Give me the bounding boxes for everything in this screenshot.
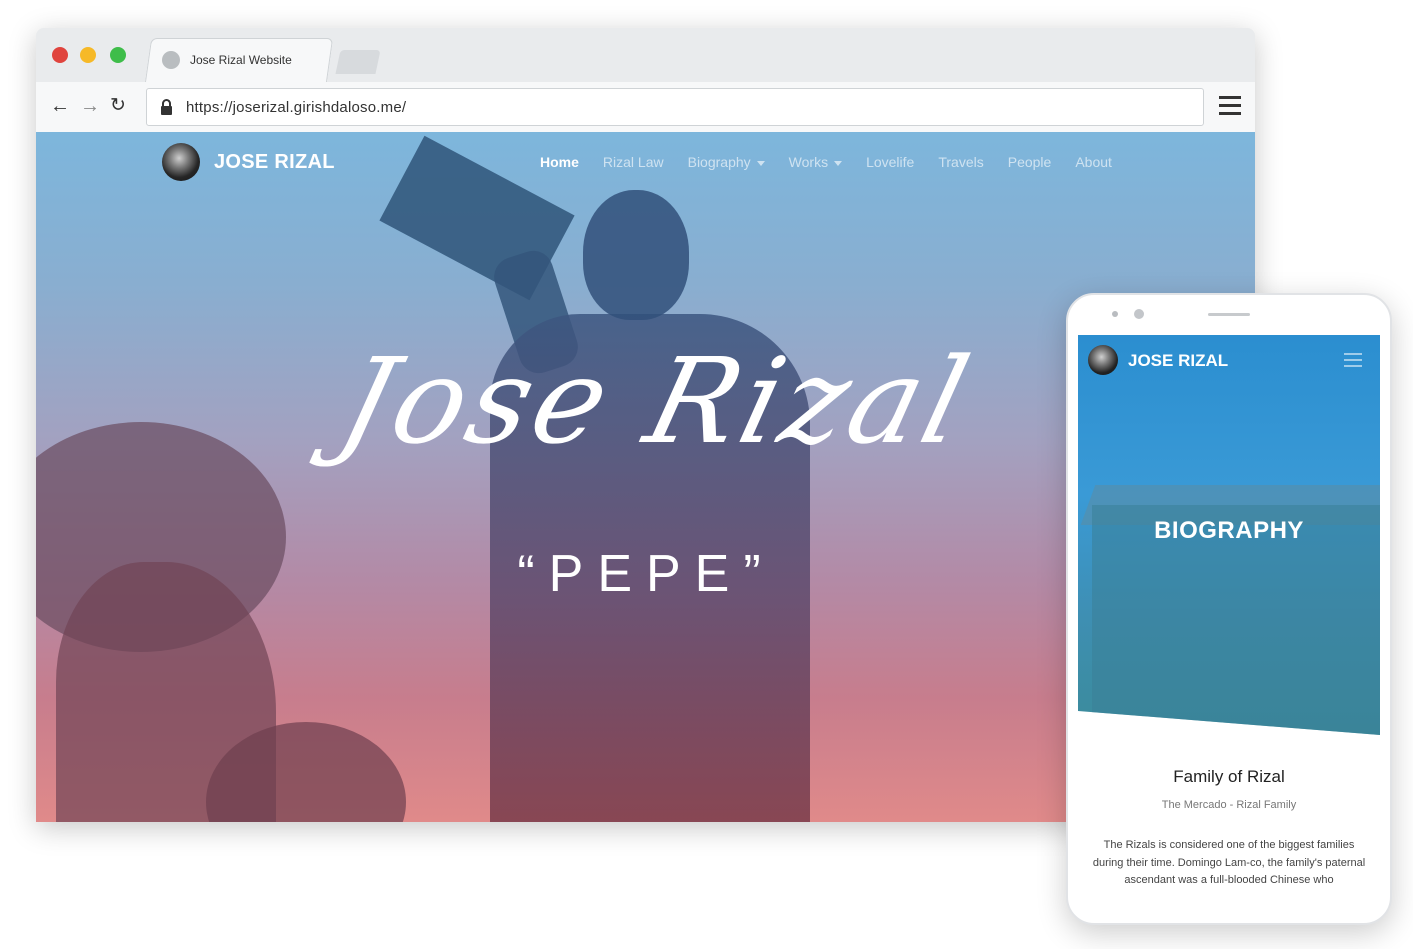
hamburger-menu-icon[interactable] xyxy=(1219,96,1241,116)
lock-icon xyxy=(161,98,172,115)
section-subheading: The Mercado - Rizal Family xyxy=(1161,799,1297,811)
browser-tab-content[interactable]: Jose Rizal Website xyxy=(162,38,292,82)
nav-link-lovelife[interactable]: Lovelife xyxy=(866,154,914,170)
hero-title: Jose Rizal xyxy=(327,332,985,470)
nav-link-about[interactable]: About xyxy=(1075,154,1112,170)
nav-link-travels[interactable]: Travels xyxy=(938,154,983,170)
arrow-right-icon[interactable]: → xyxy=(80,94,100,118)
reload-icon[interactable]: ↻ xyxy=(110,94,126,118)
section-body-text: The Rizals is considered one of the bigg… xyxy=(1092,839,1366,885)
section-heading: Family of Rizal xyxy=(1173,767,1285,786)
brand-name[interactable]: JOSE RIZAL xyxy=(214,151,335,174)
caret-down-icon xyxy=(834,160,843,166)
nav-link-home[interactable]: Home xyxy=(540,154,579,170)
maximize-window-button[interactable] xyxy=(110,47,126,63)
tab-title: Jose Rizal Website xyxy=(190,53,292,67)
url-text[interactable]: https://joserizal.girishdaloso.me/ xyxy=(186,99,406,116)
browser-toolbar: ← → ↻ https://joserizal.girishdaloso.me/ xyxy=(36,82,1255,133)
statue-head-silhouette xyxy=(583,190,689,320)
phone-sensor xyxy=(1134,309,1144,319)
phone-camera xyxy=(1112,311,1118,317)
nav-link-works[interactable]: Works xyxy=(789,154,843,170)
hero-subtitle: “PEPE” xyxy=(517,545,775,603)
mobile-screen: JOSE RIZAL BIOGRAPHY Family of Rizal The… xyxy=(1078,335,1380,885)
caret-down-icon xyxy=(756,160,765,166)
mobile-brand-logo[interactable] xyxy=(1088,345,1118,375)
nav-link-people[interactable]: People xyxy=(1008,154,1052,170)
hamburger-menu-icon[interactable] xyxy=(1344,353,1362,371)
minimize-window-button[interactable] xyxy=(80,47,96,63)
brand-logo[interactable] xyxy=(162,143,200,181)
mobile-brand-name[interactable]: JOSE RIZAL xyxy=(1128,351,1228,371)
nav-link-rizal-law[interactable]: Rizal Law xyxy=(603,154,664,170)
mobile-phone-mockup: JOSE RIZAL BIOGRAPHY Family of Rizal The… xyxy=(1066,293,1392,925)
site-navbar: JOSE RIZAL Home Rizal Law Biography Work… xyxy=(36,132,1255,194)
nav-links: Home Rizal Law Biography Works Lovelife … xyxy=(540,154,1136,170)
tab-bar: Jose Rizal Website xyxy=(36,28,1255,83)
favicon-icon xyxy=(162,51,180,69)
new-tab-button[interactable] xyxy=(335,50,381,74)
nav-link-biography[interactable]: Biography xyxy=(688,154,765,170)
address-bar[interactable]: https://joserizal.girishdaloso.me/ xyxy=(146,88,1204,126)
phone-speaker xyxy=(1208,313,1250,316)
arrow-left-icon[interactable]: ← xyxy=(50,94,70,118)
mobile-hero-title: BIOGRAPHY xyxy=(1154,517,1304,544)
close-window-button[interactable] xyxy=(52,47,68,63)
